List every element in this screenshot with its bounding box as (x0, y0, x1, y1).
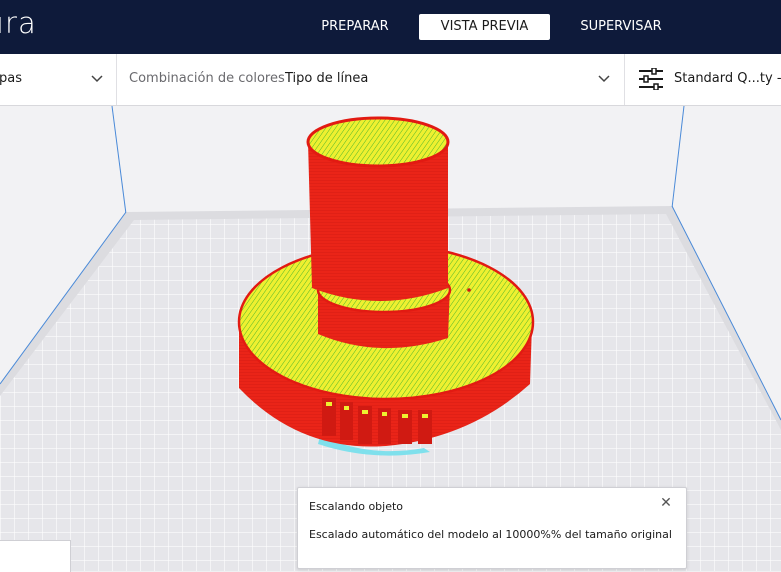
cylinder-top-skin (306, 116, 450, 168)
chevron-down-icon (598, 75, 610, 83)
stray-point (467, 288, 471, 292)
object-list-panel[interactable] (0, 540, 71, 572)
app-logo: ıra (0, 6, 37, 40)
scaling-notification: Escalando objeto Escalado automático del… (297, 487, 687, 569)
view-type-dropdown[interactable]: pas (0, 54, 116, 105)
close-icon[interactable]: ✕ (659, 496, 673, 510)
toolbar-divider (116, 54, 117, 105)
chevron-down-icon (91, 75, 103, 83)
view-type-value: pas (0, 71, 22, 86)
notification-title: Escalando objeto (309, 500, 404, 513)
color-scheme-label: Combinación de colores (129, 71, 285, 86)
preview-toolbar: pas Combinación de colores Tipo de línea… (0, 54, 781, 106)
notification-message: Escalado automático del modelo al 10000%… (309, 528, 672, 541)
print-settings-button[interactable]: Standard Q...ty - 0 (625, 54, 781, 105)
tab-preparar[interactable]: PREPARAR (316, 14, 394, 40)
color-scheme-value: Tipo de línea (285, 71, 369, 86)
color-scheme-dropdown[interactable]: Tipo de línea (280, 54, 616, 105)
top-bar: ıra PREPARAR VISTA PREVIA SUPERVISAR (0, 0, 781, 54)
tab-vista-previa[interactable]: VISTA PREVIA (419, 14, 550, 40)
tab-supervisar[interactable]: SUPERVISAR (575, 14, 667, 40)
sliders-icon (639, 68, 663, 90)
profile-name: Standard Q...ty - 0 (674, 71, 781, 86)
